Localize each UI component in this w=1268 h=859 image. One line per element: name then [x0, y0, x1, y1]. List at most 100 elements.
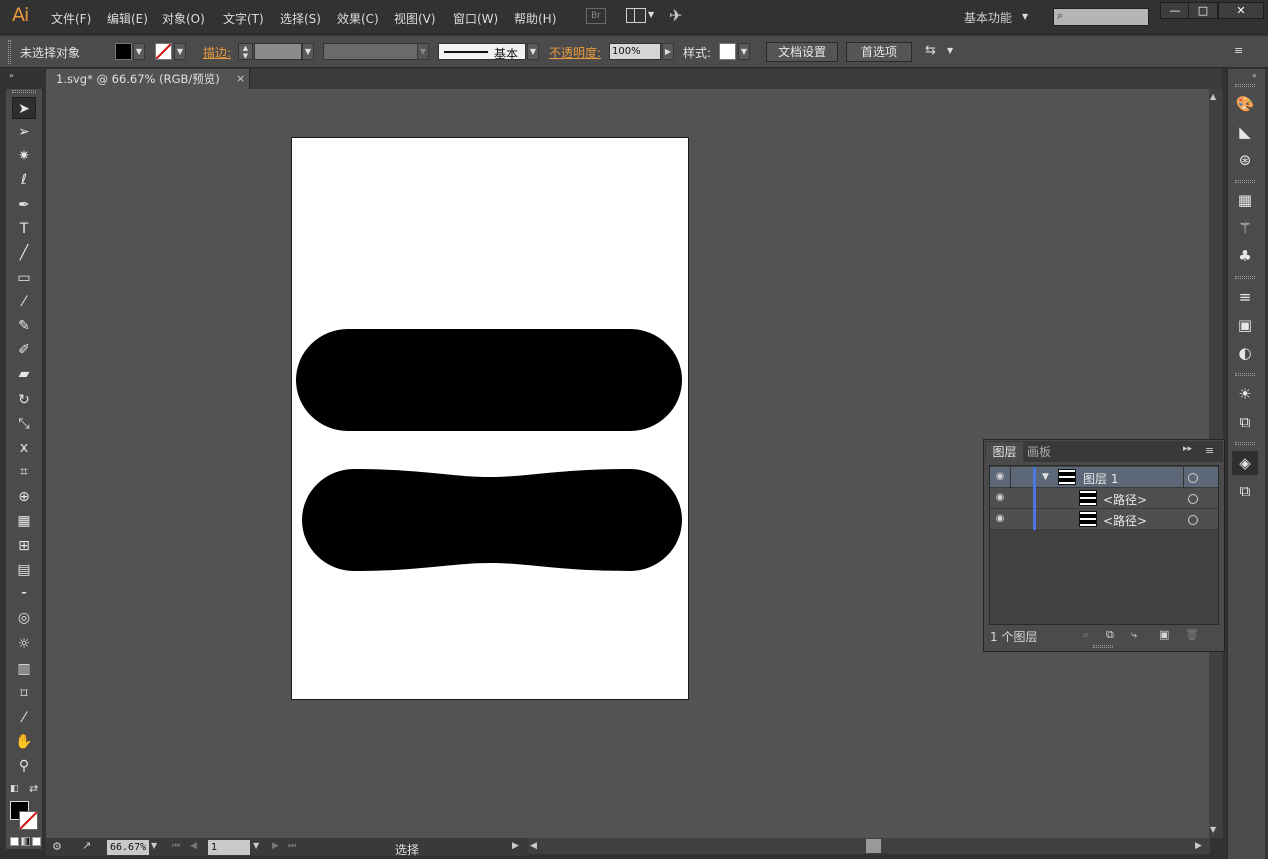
- zoom-dropdown[interactable]: ▼: [151, 841, 157, 850]
- color-guide-icon[interactable]: ◣: [1232, 120, 1258, 144]
- brushes-icon[interactable]: ⚚: [1232, 216, 1258, 240]
- shape-builder-icon[interactable]: ⊕: [12, 486, 36, 508]
- artboards-panel-icon[interactable]: ⧉: [1232, 479, 1258, 503]
- collapse-panel-icon[interactable]: ▸▸: [1183, 444, 1192, 454]
- panel-resize-grip[interactable]: [1093, 645, 1113, 648]
- new-layer-icon[interactable]: ▣: [1159, 628, 1169, 641]
- brush-definition-field[interactable]: 基本: [438, 43, 526, 61]
- dock-grip[interactable]: [1235, 442, 1255, 445]
- blob-brush-icon[interactable]: ✐: [12, 339, 36, 361]
- rounded-bar-shape[interactable]: [296, 329, 682, 431]
- default-colors-icon[interactable]: ◧: [10, 784, 19, 794]
- preferences-button[interactable]: 首选项: [846, 42, 912, 62]
- menu-type[interactable]: 文字(T): [223, 10, 264, 27]
- document-setup-button[interactable]: 文档设置: [766, 42, 838, 62]
- collapse-toolbox-icon[interactable]: »: [9, 71, 14, 80]
- line-icon[interactable]: ╱: [12, 242, 36, 264]
- tab-artboards[interactable]: 画板: [1027, 442, 1051, 462]
- gradient-icon[interactable]: ▤: [12, 559, 36, 581]
- symbols-icon[interactable]: ♣: [1232, 244, 1258, 268]
- menu-view[interactable]: 视图(V): [394, 10, 436, 27]
- dock-grip[interactable]: [1235, 373, 1255, 376]
- toolbox-grip[interactable]: [12, 90, 36, 93]
- tab-close-icon[interactable]: ×: [236, 72, 245, 85]
- panel-menu-icon[interactable]: ≡: [1205, 444, 1214, 457]
- path-name[interactable]: <路径>: [1103, 491, 1147, 508]
- search-input[interactable]: ⌕: [1053, 8, 1149, 26]
- panel-menu-icon[interactable]: ≡: [1234, 44, 1243, 57]
- page-dropdown[interactable]: ▼: [253, 841, 259, 850]
- paintbrush-icon[interactable]: ⁄: [12, 291, 36, 313]
- target-circle-icon[interactable]: [1188, 494, 1198, 504]
- restore-button[interactable]: □: [1188, 2, 1218, 19]
- color-panel-icon[interactable]: 🎨: [1232, 92, 1258, 116]
- stroke-swatch[interactable]: [155, 43, 172, 60]
- delete-layer-icon[interactable]: 🗑: [1185, 628, 1199, 641]
- chevron-down-icon[interactable]: ▼: [1022, 12, 1028, 21]
- blend-icon[interactable]: ◎: [12, 607, 36, 629]
- rotate-icon[interactable]: ↻: [12, 389, 36, 411]
- scroll-down-icon[interactable]: ▼: [1210, 825, 1216, 834]
- graphic-styles-icon[interactable]: ⧉: [1232, 410, 1258, 434]
- swap-colors-icon[interactable]: ⇄: [29, 782, 38, 795]
- column-graph-icon[interactable]: ▥: [12, 658, 36, 680]
- document-tab[interactable]: 1.svg* @ 66.67% (RGB/预览): [46, 69, 250, 89]
- workspace-switcher[interactable]: 基本功能: [964, 9, 1012, 26]
- tab-layers[interactable]: 图层: [986, 442, 1023, 462]
- warped-bar-shape[interactable]: [302, 469, 682, 571]
- scroll-left-icon[interactable]: ◀: [530, 841, 537, 851]
- stroke-panel-icon[interactable]: ≡: [1232, 285, 1258, 309]
- selection-tool-icon[interactable]: ➤: [12, 97, 36, 119]
- share-icon[interactable]: ↗: [82, 839, 91, 852]
- none-mode-icon[interactable]: [32, 837, 41, 846]
- menu-edit[interactable]: 编辑(E): [107, 10, 148, 27]
- hand-icon[interactable]: ✋: [12, 731, 36, 753]
- opacity-label[interactable]: 不透明度:: [549, 44, 601, 61]
- direct-selection-tool-icon[interactable]: ➢: [12, 121, 36, 143]
- dock-grip[interactable]: [1235, 84, 1255, 87]
- graphic-style-swatch[interactable]: [719, 43, 736, 60]
- gradient-panel-icon[interactable]: ▣: [1232, 313, 1258, 337]
- swatches-icon[interactable]: ▦: [1232, 188, 1258, 212]
- visibility-eye-icon[interactable]: ◉: [993, 471, 1007, 482]
- arrange-documents-icon[interactable]: [626, 8, 646, 23]
- artboard[interactable]: [291, 137, 689, 700]
- artboard-icon[interactable]: ⌑: [12, 683, 36, 705]
- pencil-icon[interactable]: ✎: [12, 315, 36, 337]
- control-bar-grip[interactable]: [8, 40, 11, 64]
- horizontal-scroll-thumb[interactable]: [866, 839, 881, 853]
- make-clipping-mask-icon[interactable]: ⧉: [1106, 628, 1114, 642]
- expand-panels-icon[interactable]: «: [1252, 71, 1257, 80]
- previous-page-icon[interactable]: ◀: [190, 841, 197, 851]
- visibility-eye-icon[interactable]: ◉: [993, 492, 1007, 503]
- create-sublayer-icon[interactable]: ⤷: [1131, 628, 1137, 642]
- status-text[interactable]: 选择: [395, 841, 419, 858]
- menu-window[interactable]: 窗口(W): [453, 10, 498, 27]
- fill-swatch[interactable]: [115, 43, 132, 60]
- bridge-button[interactable]: Br: [586, 8, 606, 24]
- opacity-slider-toggle[interactable]: ▶: [662, 43, 674, 60]
- stroke-weight-stepper[interactable]: ▲ ▼: [238, 43, 253, 60]
- free-transform-icon[interactable]: ⌗: [12, 461, 36, 483]
- opacity-field[interactable]: 100%: [609, 43, 661, 60]
- gpu-preview-icon[interactable]: ⚙: [52, 840, 62, 853]
- zoom-icon[interactable]: ⚲: [12, 755, 36, 777]
- page-field[interactable]: 1: [208, 840, 250, 855]
- stroke-weight-dropdown[interactable]: ▼: [302, 43, 314, 60]
- visibility-eye-icon[interactable]: ◉: [993, 513, 1007, 524]
- graph-icon[interactable]: ▦: [12, 510, 36, 532]
- minimize-button[interactable]: —: [1160, 2, 1190, 19]
- magic-wand-icon[interactable]: ✷: [12, 145, 36, 167]
- scale-icon[interactable]: ⤡: [12, 413, 36, 435]
- arrange-icon[interactable]: ⇆: [925, 43, 936, 58]
- menu-help[interactable]: 帮助(H): [514, 10, 556, 27]
- brush-dropdown[interactable]: ▼: [527, 43, 539, 60]
- chevron-down-icon[interactable]: ▼: [947, 46, 953, 55]
- scroll-up-icon[interactable]: ▲: [1210, 92, 1216, 101]
- fill-dropdown[interactable]: ▼: [133, 43, 145, 60]
- dock-grip[interactable]: [1235, 180, 1255, 183]
- layers-panel-icon[interactable]: ◈: [1232, 451, 1258, 475]
- zoom-field[interactable]: 66.67%: [107, 840, 149, 855]
- slice-icon[interactable]: ⁄: [12, 707, 36, 729]
- expand-triangle-icon[interactable]: ▼: [1042, 472, 1049, 482]
